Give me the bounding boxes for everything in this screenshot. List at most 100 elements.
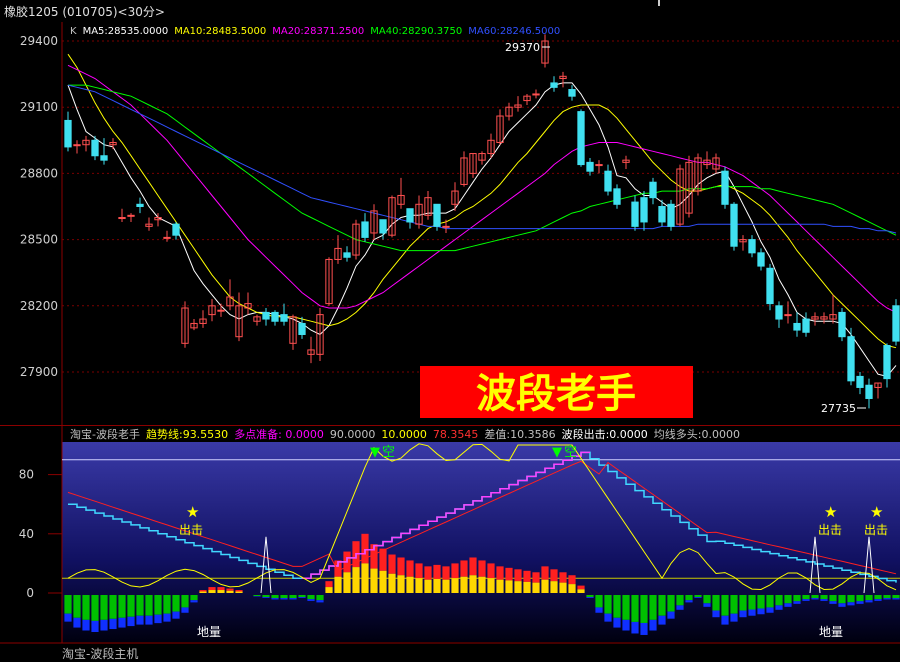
histogram-bar-down [586,595,593,597]
kong-signal-2: ▼ 空 [552,445,577,460]
histogram-bar-down [856,601,863,604]
histogram-bar-up [415,563,422,578]
histogram-bar-down [289,598,296,599]
star-icon: ★ [186,503,199,521]
histogram-bar-up [487,578,494,593]
histogram-bar-down [82,620,89,631]
ma-legend-item: K [70,26,77,37]
candle-body [758,253,764,266]
ma-legend-item: MA20:28371.2500 [272,26,364,37]
histogram-bar-up [469,575,476,593]
histogram-bar-down [649,620,656,631]
histogram-bar-down [262,595,269,597]
kong-label: 空 [382,445,395,460]
candle-body [668,204,674,226]
chart-area[interactable]: 294002910028800285002820027900 KMA5:2853… [0,22,900,655]
indicator-legend-item: 多点准备: 0.0000 [234,427,324,441]
star-icon: ★ [870,503,883,521]
histogram-bar-down [73,595,80,618]
histogram-bar-up [496,580,503,593]
candle-body [173,224,179,235]
histogram-bar-down [622,620,629,631]
triangle-down-icon: ▼ [370,445,380,460]
histogram-bar-down [775,605,782,609]
histogram-bar-down [100,620,107,631]
histogram-bar-down [595,607,602,612]
candle-body [362,222,368,237]
histogram-bar-down [838,595,845,603]
candle-body [884,346,890,379]
histogram-bar-up [532,583,539,593]
histogram-bar-up [550,569,557,581]
histogram-bar-down [874,595,881,599]
histogram-bar-up [208,587,215,590]
diliang-label: 地量 [819,625,843,639]
candle-body [605,171,611,191]
histogram-bar-down [685,600,692,602]
candle-body [263,312,269,319]
histogram-bar-down [721,595,728,616]
candle-body [794,323,800,330]
indicator-legend: 淘宝-波段老手趋势线:93.5530多点准备: 0.000090.000010.… [70,427,740,441]
histogram-bar-down [271,598,278,599]
histogram-bar-down [613,595,620,618]
histogram-bar-down [730,614,737,622]
histogram-bar-up [532,572,539,582]
histogram-bar-up [424,566,431,579]
kong-signal-1: ▼ 空 [370,445,395,460]
histogram-bar-down [604,614,611,622]
price-tick-label: 28500 [20,233,58,247]
candle-body [767,268,773,303]
candle-body [299,323,305,334]
histogram-bar-down [136,616,143,625]
histogram-bar-down [280,595,287,598]
histogram-bar-up [541,580,548,593]
histogram-bar-down [271,595,278,598]
candle-body [731,204,737,246]
candle-body [848,337,854,381]
star-icon: ★ [824,503,837,521]
banner-text: 波段老手 [476,371,636,417]
histogram-bar-down [586,597,593,598]
histogram-bar-down [676,595,683,605]
histogram-bar-down [712,595,719,611]
histogram-bar-up [217,587,224,590]
histogram-bar-down [73,618,80,628]
histogram-bar-up [208,590,215,593]
candle-body [74,145,80,146]
histogram-bar-up [388,574,395,593]
histogram-bar-up [343,572,350,593]
candle-body [650,182,656,197]
candle-body [65,120,71,146]
histogram-bar-up [325,581,332,587]
candle-body [722,171,728,204]
candle-body [866,385,872,398]
histogram-bar-down [622,595,629,620]
histogram-bar-down [64,595,71,614]
stock-chart-svg[interactable]: 294002910028800285002820027900 KMA5:2853… [0,22,900,655]
triangle-down-icon: ▼ [552,445,562,460]
histogram-bar-up [388,555,395,574]
histogram-bar-down [685,595,692,600]
histogram-bar-down [820,599,827,601]
ma-legend-item: MA10:28483.5000 [174,26,266,37]
histogram-bar-down [865,595,872,600]
histogram-bar-up [478,560,485,576]
histogram-bar-up [469,557,476,575]
histogram-bar-down [748,595,755,610]
indicator-legend-item: 10.0000 [381,428,427,441]
histogram-bar-up [199,592,206,593]
histogram-bar-down [127,595,134,617]
histogram-bar-down [658,616,665,625]
histogram-bar-down [838,603,845,607]
histogram-bar-down [757,608,764,614]
histogram-bar-down [784,603,791,607]
histogram-bar-up [424,580,431,593]
indicator-legend-item: 波段出击:0.0000 [562,427,648,441]
candle-body [785,315,791,316]
histogram-bar-up [559,583,566,593]
histogram-bar-down [721,616,728,625]
histogram-bar-down [847,595,854,602]
histogram-bar-down [190,595,197,600]
histogram-bar-down [631,622,638,634]
